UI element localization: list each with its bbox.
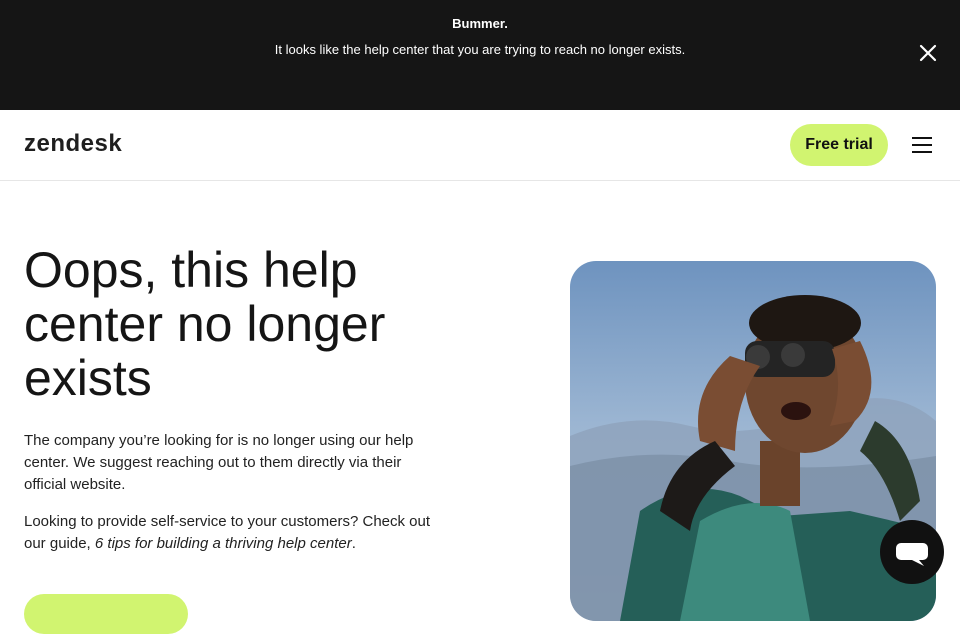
close-icon[interactable] <box>918 43 938 63</box>
page-title: Oops, this help center no longer exists <box>24 242 386 406</box>
description-paragraph: The company you’re looking for is no lon… <box>24 432 414 493</box>
chat-bubble-icon <box>896 543 928 566</box>
free-trial-button[interactable]: Free trial <box>790 124 888 166</box>
site-header: zendesk Free trial <box>0 110 960 181</box>
cta-button[interactable] <box>24 594 188 634</box>
hamburger-menu-icon[interactable] <box>912 137 932 153</box>
guide-link[interactable]: 6 tips for building a thriving help cent… <box>95 535 352 552</box>
banner-title: Bummer. <box>452 16 508 31</box>
banner-message: It looks like the help center that you a… <box>274 42 686 57</box>
chat-button[interactable] <box>880 520 944 584</box>
zendesk-logo[interactable]: zendesk <box>24 130 122 158</box>
guide-paragraph-suffix: . <box>351 535 356 552</box>
notice-banner: Bummer. It looks like the help center th… <box>0 0 960 110</box>
guide-paragraph: Looking to provide self-service to your … <box>24 511 444 555</box>
